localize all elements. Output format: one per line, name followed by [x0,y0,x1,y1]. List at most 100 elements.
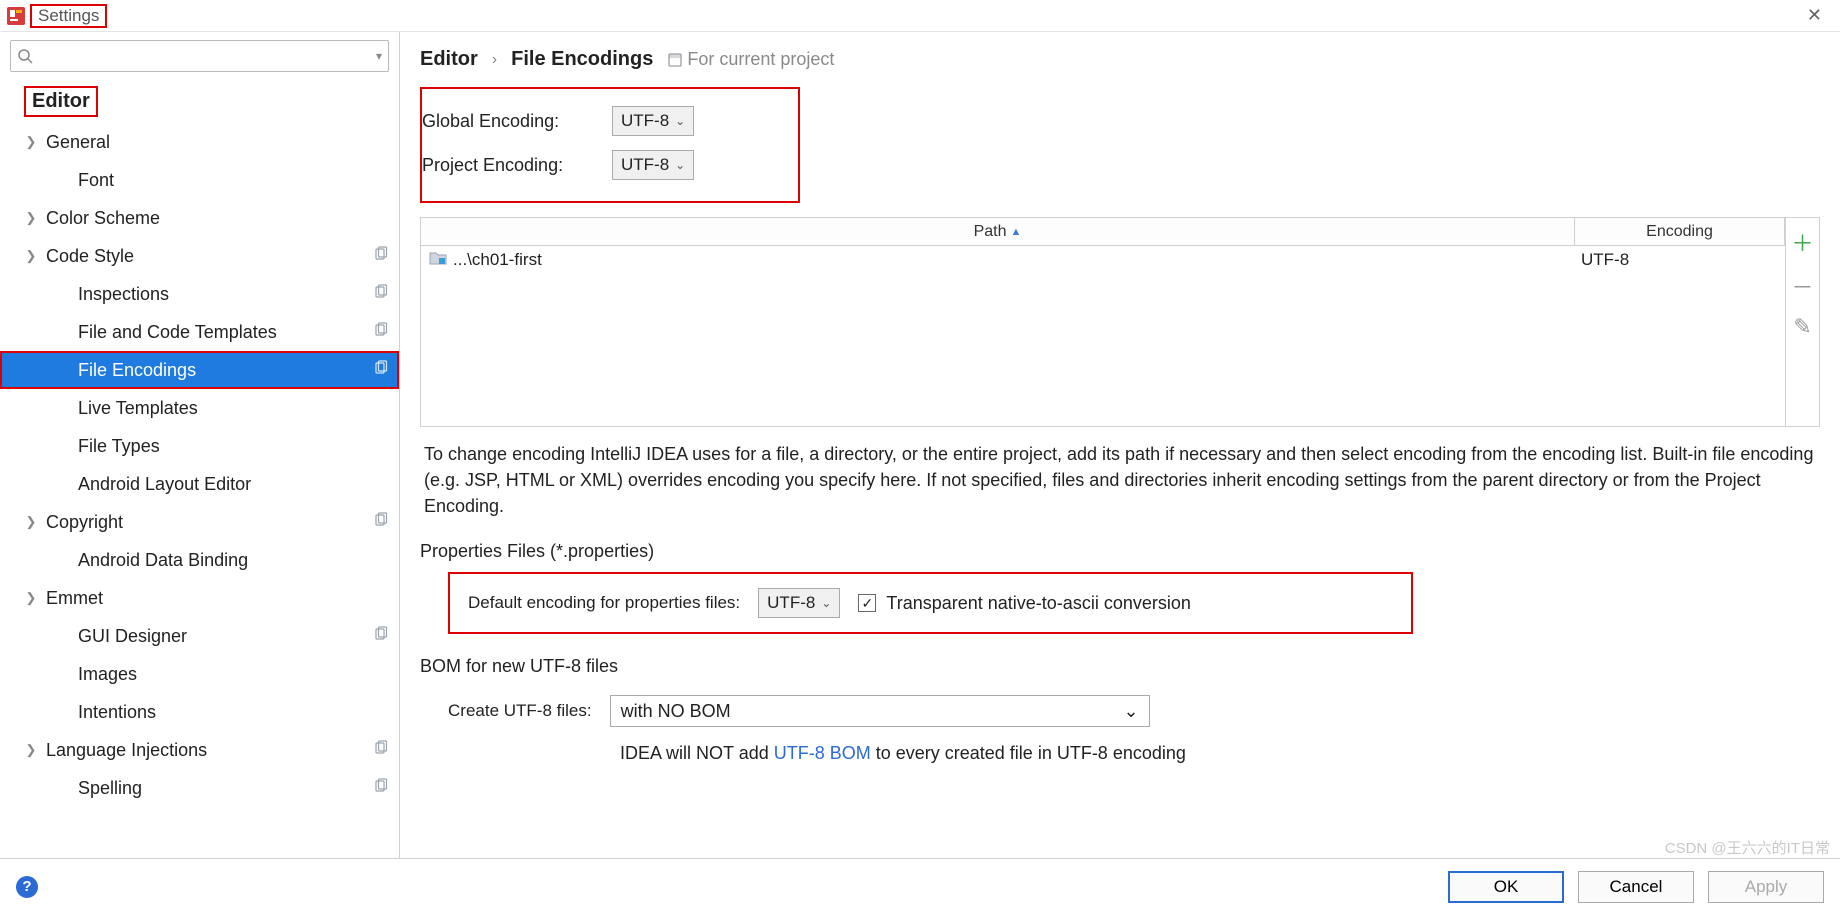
breadcrumb-leaf: File Encodings [511,48,653,71]
chevron-down-icon: ⌄ [675,114,685,128]
copy-icon [373,322,389,343]
chevron-right-icon: ❯ [24,514,38,530]
properties-section-title: Properties Files (*.properties) [420,541,1820,562]
sidebar-item-language-injections[interactable]: ❯Language Injections [0,731,399,769]
properties-files-block: Default encoding for properties files: U… [448,572,1413,634]
sidebar-item-font[interactable]: Font [0,161,399,199]
encoding-table: Path▲ Encoding ...\ch01-firstUTF-8 ＋ － ✎ [420,217,1820,427]
sidebar-item-label: GUI Designer [78,626,373,647]
sidebar-item-label: Live Templates [78,398,389,419]
sidebar-item-file-encodings[interactable]: File Encodings [0,351,399,389]
global-encoding-label: Global Encoding: [422,111,612,132]
apply-button[interactable]: Apply [1708,871,1824,903]
column-header-encoding[interactable]: Encoding [1575,218,1785,245]
chevron-right-icon: ❯ [24,248,38,264]
search-input[interactable]: ▾ [10,40,389,72]
encoding-text: UTF-8 [1575,250,1785,270]
chevron-down-icon[interactable]: ▾ [376,49,382,63]
tree-section-editor[interactable]: Editor [0,80,399,123]
sidebar-item-general[interactable]: ❯ General [0,123,399,161]
sidebar-item-label: Copyright [46,512,373,533]
content-panel: Editor › File Encodings For current proj… [400,32,1840,858]
sidebar-item-label: General [46,132,389,153]
checkbox-icon: ✓ [858,594,876,612]
sidebar-item-inspections[interactable]: Inspections [0,275,399,313]
properties-encoding-label: Default encoding for properties files: [468,593,740,613]
sidebar-item-spelling[interactable]: Spelling [0,769,399,807]
copy-icon [373,512,389,533]
copy-icon [373,626,389,647]
settings-tree: Editor ❯ General Font ❯ Color Scheme ❯ Code St… [0,80,399,858]
sidebar-item-label: Font [78,170,389,191]
folder-icon [429,250,447,271]
cancel-button[interactable]: Cancel [1578,871,1694,903]
sidebar-item-label: Intentions [78,702,389,723]
copy-icon [373,360,389,381]
sidebar-item-code-style[interactable]: ❯ Code Style [0,237,399,275]
sidebar-item-label: Color Scheme [46,208,389,229]
chevron-down-icon: ⌄ [821,596,831,610]
bom-section-title: BOM for new UTF-8 files [420,656,1820,677]
sidebar: ▾ Editor ❯ General Font ❯ Color Scheme ❯ Code … [0,32,400,858]
sidebar-item-intentions[interactable]: Intentions [0,693,399,731]
chevron-down-icon: ⌄ [1124,701,1139,722]
sidebar-item-file-types[interactable]: File Types [0,427,399,465]
project-encoding-label: Project Encoding: [422,155,612,176]
sidebar-item-label: Emmet [46,588,389,609]
titlebar: Settings ✕ [0,0,1840,32]
global-encoding-select[interactable]: UTF-8⌄ [612,106,694,136]
table-toolbar: ＋ － ✎ [1785,218,1819,426]
properties-encoding-select[interactable]: UTF-8⌄ [758,588,840,618]
bom-select[interactable]: with NO BOM ⌄ [610,695,1150,727]
sidebar-item-gui-designer[interactable]: GUI Designer [0,617,399,655]
chevron-right-icon: ❯ [24,134,38,150]
search-icon [17,48,33,64]
table-row[interactable]: ...\ch01-firstUTF-8 [421,246,1785,274]
sidebar-item-label: Images [78,664,389,685]
breadcrumb-root[interactable]: Editor [420,48,478,71]
sidebar-item-label: File and Code Templates [78,322,373,343]
sidebar-item-label: File Types [78,436,389,457]
sidebar-item-emmet[interactable]: ❯ Emmet [0,579,399,617]
sidebar-item-label: Code Style [46,246,373,267]
sidebar-item-android-layout-editor[interactable]: Android Layout Editor [0,465,399,503]
sidebar-item-label: File Encodings [78,360,373,381]
copy-icon [373,246,389,267]
native-to-ascii-checkbox[interactable]: ✓ Transparent native-to-ascii conversion [858,593,1190,614]
chevron-down-icon: ⌄ [675,158,685,172]
copy-icon [373,740,389,761]
close-icon[interactable]: ✕ [1795,5,1834,26]
copy-icon [373,284,389,305]
sidebar-item-copyright[interactable]: ❯ Copyright [0,503,399,541]
project-encoding-select[interactable]: UTF-8⌄ [612,150,694,180]
sort-asc-icon: ▲ [1011,226,1022,238]
sidebar-item-label: Spelling [78,778,373,799]
help-icon[interactable]: ? [16,876,38,898]
sidebar-item-label: Language Injections [46,740,373,761]
bom-label: Create UTF-8 files: [448,701,592,721]
sidebar-item-images[interactable]: Images [0,655,399,693]
copy-icon [373,778,389,799]
sidebar-item-color-scheme[interactable]: ❯ Color Scheme [0,199,399,237]
bottom-bar: ? OK Cancel Apply [0,858,1840,914]
chevron-right-icon: ❯ [24,210,38,226]
chevron-right-icon: ❯ [24,590,38,606]
sidebar-item-live-templates[interactable]: Live Templates [0,389,399,427]
encoding-description: To change encoding IntelliJ IDEA uses fo… [420,441,1820,519]
column-header-path[interactable]: Path▲ [421,218,1575,245]
app-icon [6,6,26,26]
scope-hint: For current project [667,49,834,70]
encoding-settings-block: Global Encoding: UTF-8⌄ Project Encoding… [420,87,800,203]
remove-icon[interactable]: － [1791,270,1813,302]
sidebar-item-label: Android Data Binding [78,550,389,571]
table-header: Path▲ Encoding [421,218,1785,246]
ok-button[interactable]: OK [1448,871,1564,903]
breadcrumb: Editor › File Encodings For current proj… [420,32,1820,87]
edit-icon[interactable]: ✎ [1793,314,1811,340]
chevron-right-icon: › [492,51,497,69]
sidebar-item-file-and-code-templates[interactable]: File and Code Templates [0,313,399,351]
sidebar-item-android-data-binding[interactable]: Android Data Binding [0,541,399,579]
bom-link[interactable]: UTF-8 BOM [774,743,871,763]
project-icon [667,52,683,68]
add-icon[interactable]: ＋ [1791,226,1813,258]
